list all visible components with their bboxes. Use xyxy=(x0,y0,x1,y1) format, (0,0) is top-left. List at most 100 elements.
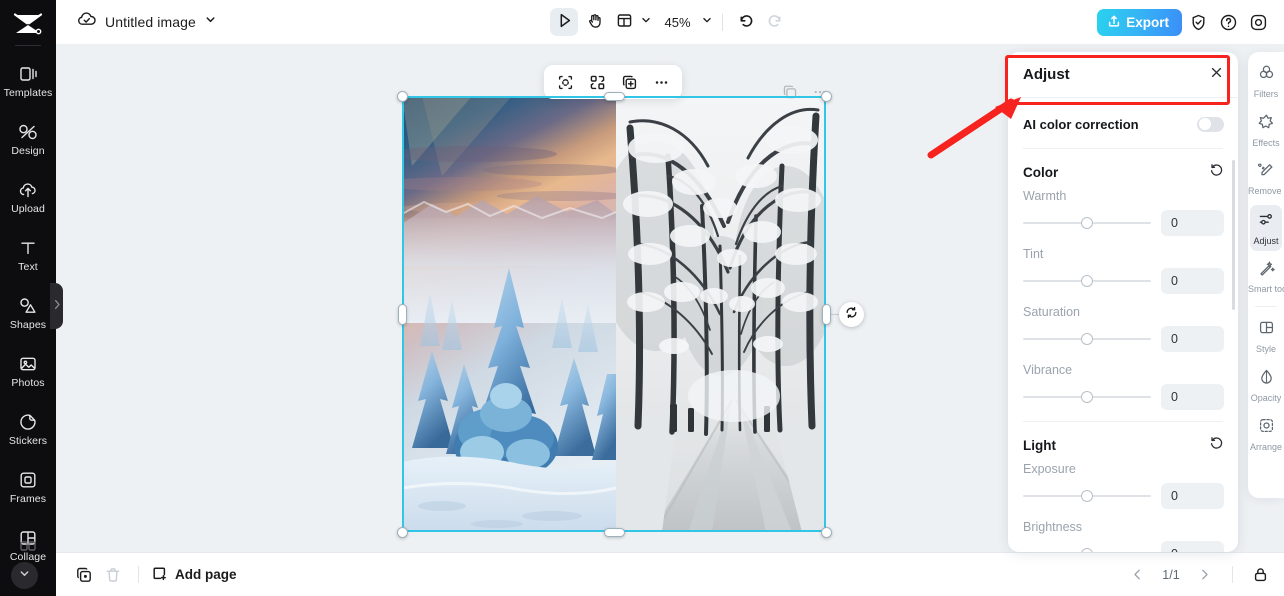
rotate-handle[interactable] xyxy=(839,302,864,327)
duplicate-icon[interactable] xyxy=(782,84,798,100)
sidebar-item-photos[interactable]: Photos xyxy=(0,342,56,400)
sidebar-item-partial[interactable] xyxy=(0,536,56,556)
slider-knob[interactable] xyxy=(1081,490,1093,502)
slider-warmth[interactable]: Warmth 0 xyxy=(1008,189,1238,236)
sidebar-item-shapes[interactable]: Shapes xyxy=(0,284,56,342)
rail-item-filters[interactable]: Filters xyxy=(1250,58,1282,104)
cloud-sync-icon[interactable] xyxy=(76,9,97,35)
sidebar-item-stickers[interactable]: Stickers xyxy=(0,400,56,458)
saturation-value-input[interactable]: 0 xyxy=(1161,326,1224,352)
zoom-chevron-icon[interactable] xyxy=(701,13,713,31)
capcut-image-editor: Templates Design Upload Text Shapes Phot… xyxy=(0,0,1284,596)
zoom-level[interactable]: 45% xyxy=(662,15,692,30)
bottom-bar: Add page 1/1 xyxy=(56,552,1284,596)
reset-icon[interactable] xyxy=(1209,162,1224,182)
panel-scrollbar[interactable] xyxy=(1232,160,1235,310)
sidebar-divider xyxy=(15,45,41,46)
slider-knob[interactable] xyxy=(1081,217,1093,229)
sidebar-item-design[interactable]: Design xyxy=(0,110,56,168)
slider-saturation[interactable]: Saturation 0 xyxy=(1008,305,1238,352)
rail-item-style[interactable]: Style xyxy=(1250,313,1282,359)
capcut-logo-icon[interactable] xyxy=(8,7,48,41)
warmth-slider-track[interactable] xyxy=(1023,216,1151,230)
color-section-header: Color xyxy=(1008,155,1238,189)
rail-item-label: Style xyxy=(1255,344,1276,354)
text-t-icon xyxy=(18,238,38,258)
document-title[interactable]: Untitled image xyxy=(105,14,196,30)
resize-handle-tl[interactable] xyxy=(396,90,408,102)
lock-icon[interactable] xyxy=(1247,561,1274,588)
saturation-slider-track[interactable] xyxy=(1023,332,1151,346)
resize-handle-top[interactable] xyxy=(603,91,625,101)
rail-item-adjust[interactable]: Adjust xyxy=(1250,204,1282,251)
more-tools-icon xyxy=(18,536,38,556)
slider-knob[interactable] xyxy=(1081,391,1093,403)
effects-star-icon xyxy=(1258,113,1275,135)
crop-select-icon[interactable] xyxy=(552,69,578,95)
slider-knob[interactable] xyxy=(1081,548,1093,552)
sidebar-item-templates[interactable]: Templates xyxy=(0,52,56,110)
layout-tool-button[interactable] xyxy=(610,8,638,36)
exposure-value-input[interactable]: 0 xyxy=(1161,483,1224,509)
layout-chevron-icon[interactable] xyxy=(640,13,652,31)
brightness-slider-track[interactable] xyxy=(1023,547,1151,552)
rail-item-smart-tools[interactable]: Smart tools xyxy=(1248,254,1284,300)
resize-handle-left[interactable] xyxy=(397,303,407,325)
reset-icon[interactable] xyxy=(1209,435,1224,455)
undo-button[interactable] xyxy=(732,8,760,36)
prev-page-button[interactable] xyxy=(1124,561,1151,588)
slider-tint[interactable]: Tint 0 xyxy=(1008,247,1238,294)
resize-handle-br[interactable] xyxy=(820,526,832,538)
slider-brightness[interactable]: Brightness 0 xyxy=(1008,520,1238,552)
resize-handle-bottom[interactable] xyxy=(603,527,625,537)
sidebar-expand-button[interactable] xyxy=(11,562,38,589)
adjust-panel[interactable]: Adjust AI color correction Color Warmth … xyxy=(1008,52,1238,552)
shield-check-icon[interactable] xyxy=(1185,9,1212,36)
gear-circle-icon[interactable] xyxy=(1245,9,1272,36)
question-circle-icon[interactable] xyxy=(1215,9,1242,36)
resize-handle-bl[interactable] xyxy=(396,526,408,538)
slider-vibrance[interactable]: Vibrance 0 xyxy=(1008,363,1238,410)
brightness-value-input[interactable]: 0 xyxy=(1161,541,1224,552)
tint-value-input[interactable]: 0 xyxy=(1161,268,1224,294)
sidebar-collapse-toggle[interactable] xyxy=(50,283,63,329)
image-left[interactable] xyxy=(402,96,616,532)
close-icon[interactable] xyxy=(1209,65,1224,85)
duplicate-page-icon[interactable] xyxy=(70,561,97,588)
cursor-arrow-icon xyxy=(556,12,573,32)
rail-item-arrange[interactable]: Arrange xyxy=(1250,411,1282,457)
warmth-value-input[interactable]: 0 xyxy=(1161,210,1224,236)
redo-button[interactable] xyxy=(762,8,790,36)
next-page-button[interactable] xyxy=(1191,561,1218,588)
select-tool-button[interactable] xyxy=(550,8,579,36)
flip-swap-icon[interactable] xyxy=(584,69,610,95)
add-page-button[interactable]: Add page xyxy=(151,565,237,585)
image-right[interactable] xyxy=(616,96,826,532)
slider-knob[interactable] xyxy=(1081,333,1093,345)
resize-handle-tr[interactable] xyxy=(820,90,832,102)
vibrance-slider-track[interactable] xyxy=(1023,390,1151,404)
tint-slider-track[interactable] xyxy=(1023,274,1151,288)
vibrance-value-input[interactable]: 0 xyxy=(1161,384,1224,410)
sidebar-item-label: Upload xyxy=(11,202,45,215)
ai-color-correction-toggle[interactable] xyxy=(1197,116,1224,132)
delete-page-icon[interactable] xyxy=(99,561,126,588)
rail-item-opacity[interactable]: Opacity xyxy=(1250,362,1282,408)
resize-handle-right[interactable] xyxy=(821,303,831,325)
hand-tool-button[interactable] xyxy=(580,8,608,36)
rail-item-effects[interactable]: Effects xyxy=(1250,107,1282,153)
slider-exposure[interactable]: Exposure 0 xyxy=(1008,462,1238,509)
sidebar-item-upload[interactable]: Upload xyxy=(0,168,56,226)
export-button[interactable]: Export xyxy=(1097,8,1182,36)
adjust-panel-body[interactable]: AI color correction Color Warmth 0 Tint … xyxy=(1008,98,1238,552)
chevron-down-icon[interactable] xyxy=(204,13,217,31)
sidebar-item-frames[interactable]: Frames xyxy=(0,458,56,516)
exposure-slider-track[interactable] xyxy=(1023,489,1151,503)
sidebar-item-text[interactable]: Text xyxy=(0,226,56,284)
rail-item-remove-background[interactable]: Remove backgr... xyxy=(1248,156,1284,202)
artboard[interactable] xyxy=(402,96,826,532)
ai-color-correction-row[interactable]: AI color correction xyxy=(1008,104,1238,144)
slider-knob[interactable] xyxy=(1081,275,1093,287)
more-dots-icon[interactable] xyxy=(648,69,674,95)
undo-arrow-icon xyxy=(737,12,754,32)
